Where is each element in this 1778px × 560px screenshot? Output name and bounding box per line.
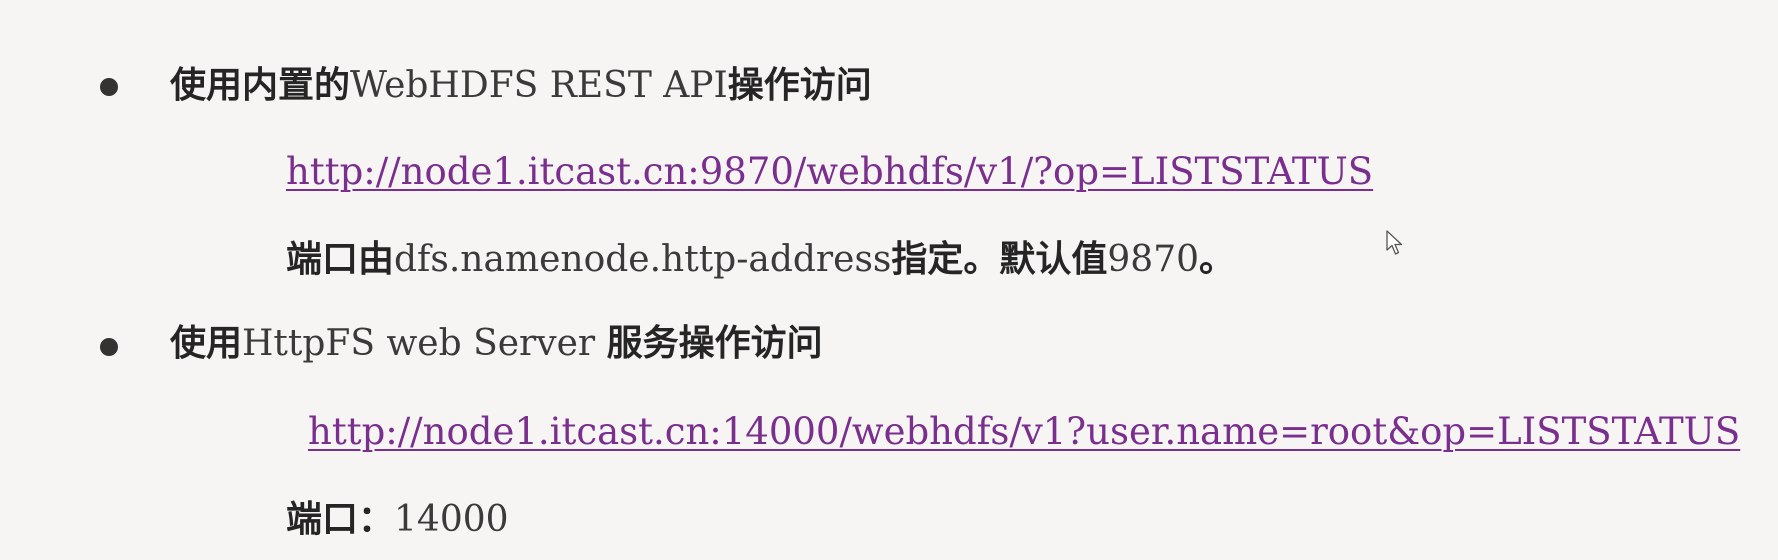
item-2-heading-cn-suffix: 服务操作访问 (606, 323, 823, 364)
item-2-note: 端口：14000 (286, 498, 509, 542)
item-1-note: 端口由dfs.namenode.http-address指定。默认值9870。 (286, 238, 1235, 282)
item-2-note-number: 14000 (394, 499, 509, 540)
item-1-note-cn-middle: 指定。默认值 (891, 239, 1108, 280)
item-2-heading-latin: HttpFS web Server (242, 323, 607, 364)
item-2-note-sep: ： (358, 499, 395, 540)
mouse-pointer-icon (1386, 230, 1403, 255)
item-1-link[interactable]: http://node1.itcast.cn:9870/webhdfs/v1/?… (286, 150, 1373, 194)
bullet-dot-icon (100, 78, 118, 96)
item-1-heading: 使用内置的WebHDFS REST API操作访问 (170, 64, 872, 108)
item-1-heading-cn-prefix: 使用内置的 (170, 65, 351, 106)
item-2-link[interactable]: http://node1.itcast.cn:14000/webhdfs/v1?… (308, 410, 1740, 454)
item-1-note-cn-suffix: 。 (1199, 239, 1236, 280)
slide-page: 使用内置的WebHDFS REST API操作访问 http://node1.i… (0, 0, 1778, 560)
item-1-note-cn-prefix: 端口由 (286, 239, 395, 280)
item-2-heading-cn-prefix: 使用 (170, 323, 243, 364)
item-2-note-cn-prefix: 端口 (286, 499, 359, 540)
item-1-heading-latin: WebHDFS REST API (350, 65, 728, 106)
item-2-heading: 使用HttpFS web Server 服务操作访问 (170, 322, 823, 366)
item-1-note-number: 9870 (1107, 239, 1200, 280)
item-1-heading-cn-suffix: 操作访问 (727, 65, 872, 106)
bullet-dot-icon (100, 338, 118, 356)
item-1-note-latin: dfs.namenode.http-address (394, 239, 892, 280)
